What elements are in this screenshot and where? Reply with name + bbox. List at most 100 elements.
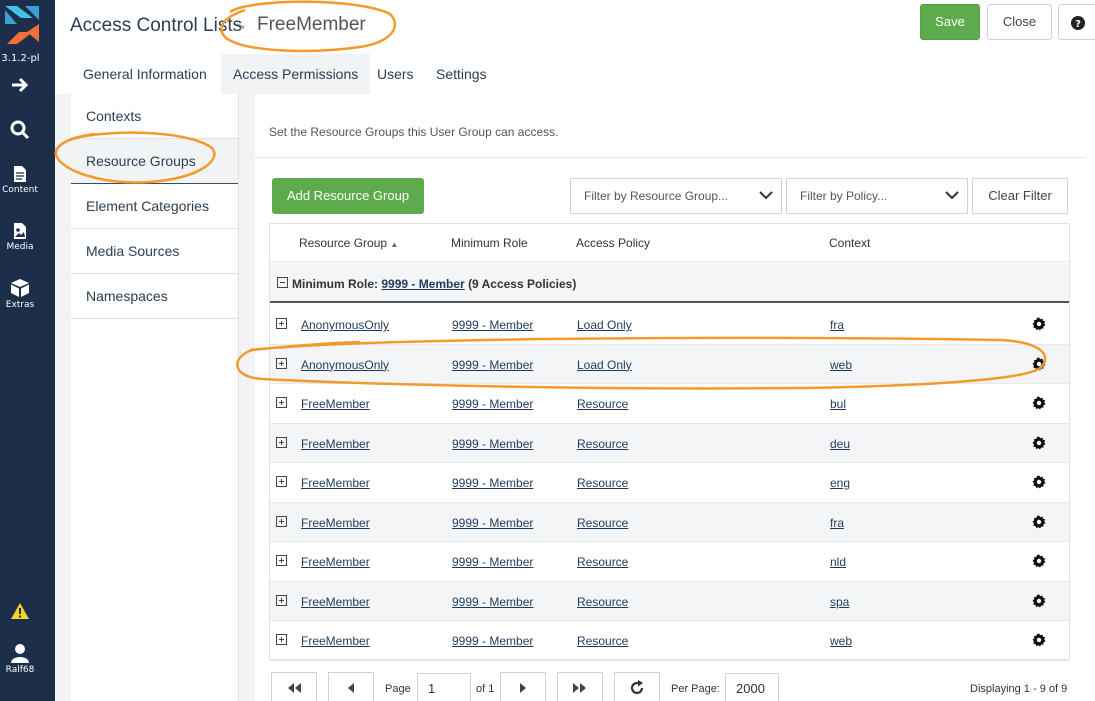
cell-context[interactable]: bul: [830, 397, 846, 411]
cell-minimum-role[interactable]: 9999 - Member: [452, 634, 533, 648]
cell-minimum-role[interactable]: 9999 - Member: [452, 476, 533, 490]
collapse-icon[interactable]: [277, 277, 288, 288]
cell-access-policy[interactable]: Resource: [577, 555, 628, 569]
expand-icon[interactable]: [276, 397, 287, 408]
expand-icon[interactable]: [276, 357, 287, 369]
cell-context[interactable]: deu: [830, 437, 850, 451]
gear-icon[interactable]: [1032, 594, 1046, 608]
table-row[interactable]: FreeMember 9999 - Member Resource nld: [270, 542, 1069, 582]
gear-icon[interactable]: [1032, 515, 1046, 529]
filter-resource-group-select[interactable]: Filter by Resource Group...: [570, 178, 782, 214]
table-row[interactable]: FreeMember 9999 - Member Resource fra: [270, 502, 1069, 542]
expand-icon[interactable]: [276, 594, 287, 606]
gear-icon[interactable]: [1032, 357, 1046, 371]
rail-item-collapse[interactable]: [0, 76, 40, 94]
cell-minimum-role[interactable]: 9999 - Member: [452, 318, 533, 332]
cell-access-policy[interactable]: Resource: [577, 397, 628, 411]
expand-icon[interactable]: [276, 555, 287, 566]
expand-icon[interactable]: [276, 476, 287, 487]
per-page-input[interactable]: 2000: [725, 673, 779, 701]
table-row[interactable]: AnonymousOnly 9999 - Member Load Only web: [270, 344, 1069, 384]
cell-context[interactable]: spa: [830, 595, 849, 609]
vtab-contexts[interactable]: Contexts: [71, 94, 238, 139]
rail-item-search[interactable]: [0, 120, 40, 140]
cell-access-policy[interactable]: Resource: [577, 595, 628, 609]
cell-resource-group[interactable]: FreeMember: [301, 555, 370, 569]
table-row[interactable]: FreeMember 9999 - Member Resource deu: [270, 423, 1069, 463]
expand-icon[interactable]: [276, 318, 287, 329]
table-row[interactable]: FreeMember 9999 - Member Resource bul: [270, 384, 1069, 424]
table-row[interactable]: FreeMember 9999 - Member Resource eng: [270, 463, 1069, 503]
vtab-element-categories[interactable]: Element Categories: [71, 184, 238, 229]
tab-general-information[interactable]: General Information: [71, 54, 219, 94]
cell-context[interactable]: web: [830, 358, 852, 372]
cell-minimum-role[interactable]: 9999 - Member: [452, 555, 533, 569]
group-role-link[interactable]: 9999 - Member: [381, 277, 464, 291]
column-header-context[interactable]: Context: [829, 236, 870, 250]
cell-access-policy[interactable]: Resource: [577, 476, 628, 490]
cell-minimum-role[interactable]: 9999 - Member: [452, 595, 533, 609]
group-header-row[interactable]: Minimum Role: 9999 - Member (9 Access Po…: [270, 263, 1069, 303]
cell-context[interactable]: eng: [830, 476, 850, 490]
cell-access-policy[interactable]: Resource: [577, 634, 628, 648]
close-button[interactable]: Close: [987, 4, 1052, 40]
cell-resource-group[interactable]: FreeMember: [301, 634, 370, 648]
rail-item-media[interactable]: Media: [0, 222, 40, 252]
cell-minimum-role[interactable]: 9999 - Member: [452, 437, 533, 451]
cell-access-policy[interactable]: Load Only: [577, 318, 632, 332]
gear-icon[interactable]: [1032, 475, 1046, 489]
table-row[interactable]: FreeMember 9999 - Member Resource web: [270, 621, 1069, 661]
tab-users[interactable]: Users: [365, 54, 426, 94]
cell-access-policy[interactable]: Resource: [577, 516, 628, 530]
gear-icon[interactable]: [1032, 436, 1046, 450]
rail-item-extras[interactable]: Extras: [0, 278, 40, 310]
cell-resource-group[interactable]: FreeMember: [301, 397, 370, 411]
filter-policy-select[interactable]: Filter by Policy...: [786, 178, 968, 214]
clear-filter-button[interactable]: Clear Filter: [972, 178, 1068, 214]
cell-resource-group[interactable]: FreeMember: [301, 595, 370, 609]
vtab-resource-groups[interactable]: Resource Groups: [71, 139, 238, 184]
expand-icon[interactable]: [276, 515, 287, 527]
add-resource-group-button[interactable]: Add Resource Group: [272, 178, 424, 214]
cell-minimum-role[interactable]: 9999 - Member: [452, 397, 533, 411]
page-input[interactable]: 1: [417, 673, 471, 701]
cell-minimum-role[interactable]: 9999 - Member: [452, 358, 533, 372]
cell-resource-group[interactable]: FreeMember: [301, 476, 370, 490]
first-page-button[interactable]: [271, 672, 317, 701]
rail-item-user[interactable]: Ralf68: [0, 643, 40, 675]
gear-icon[interactable]: [1032, 554, 1046, 568]
vtab-namespaces[interactable]: Namespaces: [71, 274, 238, 319]
column-header-minimum-role[interactable]: Minimum Role: [451, 236, 528, 250]
gear-icon[interactable]: [1032, 317, 1046, 331]
cell-resource-group[interactable]: AnonymousOnly: [301, 318, 389, 332]
cell-context[interactable]: nld: [830, 555, 846, 569]
table-row[interactable]: FreeMember 9999 - Member Resource spa: [270, 581, 1069, 621]
rail-item-content[interactable]: Content: [0, 165, 40, 195]
prev-page-button[interactable]: [328, 672, 374, 701]
cell-context[interactable]: fra: [830, 318, 844, 332]
tab-settings[interactable]: Settings: [424, 54, 499, 94]
modx-logo[interactable]: [3, 4, 39, 44]
help-button[interactable]: ?: [1058, 4, 1095, 40]
cell-resource-group[interactable]: AnonymousOnly: [301, 358, 389, 372]
gear-icon[interactable]: [1032, 396, 1046, 410]
cell-context[interactable]: web: [830, 634, 852, 648]
cell-context[interactable]: fra: [830, 516, 844, 530]
tab-access-permissions[interactable]: Access Permissions: [221, 54, 371, 94]
save-button[interactable]: Save: [920, 4, 980, 40]
expand-icon[interactable]: [276, 436, 287, 448]
cell-access-policy[interactable]: Resource: [577, 437, 628, 451]
cell-minimum-role[interactable]: 9999 - Member: [452, 516, 533, 530]
vtab-media-sources[interactable]: Media Sources: [71, 229, 238, 274]
cell-resource-group[interactable]: FreeMember: [301, 516, 370, 530]
column-header-access-policy[interactable]: Access Policy: [576, 236, 650, 250]
gear-icon[interactable]: [1032, 633, 1046, 647]
last-page-button[interactable]: [557, 672, 603, 701]
expand-icon[interactable]: [276, 634, 287, 645]
cell-resource-group[interactable]: FreeMember: [301, 437, 370, 451]
column-header-resource-group[interactable]: Resource Group ▲: [299, 236, 398, 250]
breadcrumb[interactable]: Access Control Lists: [70, 15, 242, 37]
table-row[interactable]: AnonymousOnly 9999 - Member Load Only fra: [270, 305, 1069, 345]
next-page-button[interactable]: [500, 672, 546, 701]
rail-item-warning[interactable]: [0, 602, 40, 620]
